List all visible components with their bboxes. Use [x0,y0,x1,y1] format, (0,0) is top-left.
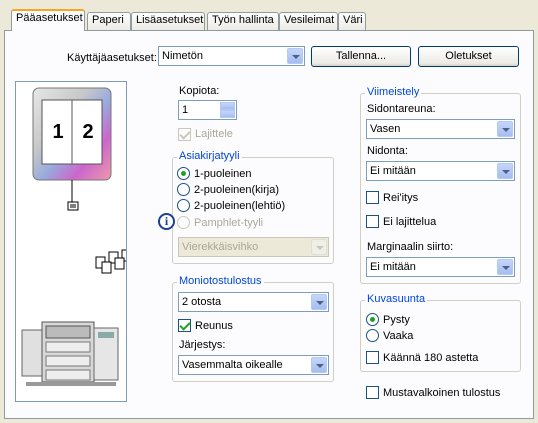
chevron-down-icon[interactable] [497,121,513,137]
monochrome-label: Mustavalkoinen tulostus [383,387,501,399]
tab-color[interactable]: Väri [338,12,366,30]
rotate-180-checkbox[interactable] [366,351,379,364]
margin-shift-label: Marginaalin siirto: [367,241,454,253]
copies-up-button[interactable] [220,102,235,110]
nup-legend: Moniotostulostus [177,275,264,287]
binding-edge-label: Sidontareuna: [367,103,436,115]
collate-checkbox[interactable] [178,128,191,141]
copies-stepper[interactable]: 1 [178,100,237,120]
save-settings-button[interactable]: Tallenna... [311,46,411,67]
border-checkbox[interactable] [178,319,191,332]
finishing-legend: Viimeistely [365,86,422,98]
orientation-legend: Kuvasuunta [365,293,428,305]
binding-select[interactable]: Ei mitään [366,161,515,181]
chevron-down-icon[interactable] [497,163,513,179]
binding-edge-select[interactable]: Vasen [366,119,515,139]
binding-value: Ei mitään [370,165,416,177]
order-select[interactable]: Vasemmalta oikealle [178,355,329,375]
radio-two-sided-tablet[interactable] [177,199,190,212]
one-sided-label: 1-puoleinen [194,168,252,180]
chevron-down-icon[interactable] [311,357,327,373]
copies-down-button[interactable] [220,110,235,118]
radio-two-sided-book[interactable] [177,183,190,196]
printer-illustration [21,321,119,386]
order-label: Järjestys: [179,339,226,351]
nup-value: 2 otosta [182,296,222,308]
binding-label: Nidonta: [367,145,408,157]
landscape-label: Vaaka [383,330,414,342]
portrait-label: Pysty [383,314,410,326]
no-offset-label: Ei lajittelua [383,216,437,228]
pamphlet-select[interactable]: Vierekkäisvihko [178,237,329,257]
rotate-180-label: Käännä 180 astetta [383,352,479,364]
radio-pamphlet[interactable] [177,216,190,229]
pamphlet-select-value: Vierekkäisvihko [182,241,259,253]
user-settings-label: Käyttäjäasetukset: [67,52,157,64]
margin-shift-select[interactable]: Ei mitään [366,257,515,277]
no-offset-checkbox[interactable] [366,215,379,228]
tab-watermarks[interactable]: Vesileimat [279,12,338,30]
radio-one-sided[interactable] [177,167,190,180]
binding-edge-value: Vasen [370,123,401,135]
chevron-down-icon[interactable] [311,239,327,255]
info-icon[interactable]: i [158,213,175,230]
punch-label: Rei'itys [383,192,419,204]
chevron-down-icon[interactable] [497,259,513,275]
chevron-down-icon[interactable] [311,294,327,310]
preview-page-right: 2 [82,121,94,143]
copies-label: Kopiota: [179,85,220,97]
nup-select[interactable]: 2 otosta [178,292,329,312]
margin-shift-value: Ei mitään [370,261,416,273]
user-settings-select[interactable]: Nimetön [158,46,305,66]
border-label: Reunus [195,320,233,332]
two-sided-tablet-label: 2-puoleinen(lehtiö) [194,200,286,212]
radio-landscape[interactable] [366,329,379,342]
defaults-button[interactable]: Oletukset [418,46,519,67]
chevron-down-icon[interactable] [287,48,303,64]
tab-main[interactable]: Pääasetukset [11,9,85,31]
copies-icon [95,249,132,274]
two-sided-book-label: 2-puoleinen(kirja) [194,184,279,196]
pamphlet-label: Pamphlet-tyyli [194,217,264,229]
document-style-legend: Asiakirjatyyli [177,150,242,162]
collate-label: Lajittele [195,128,233,140]
tab-job-handling[interactable]: Työn hallinta [207,12,279,30]
punch-checkbox[interactable] [366,191,379,204]
order-value: Vasemmalta oikealle [182,359,283,371]
monochrome-checkbox[interactable] [366,386,379,399]
radio-portrait[interactable] [366,313,379,326]
copies-value: 1 [182,104,189,116]
user-settings-value: Nimetön [162,50,203,62]
tab-advanced[interactable]: Lisäasetukset [131,12,205,30]
preview-page-left: 1 [52,121,64,143]
tab-paper[interactable]: Paperi [87,12,131,30]
